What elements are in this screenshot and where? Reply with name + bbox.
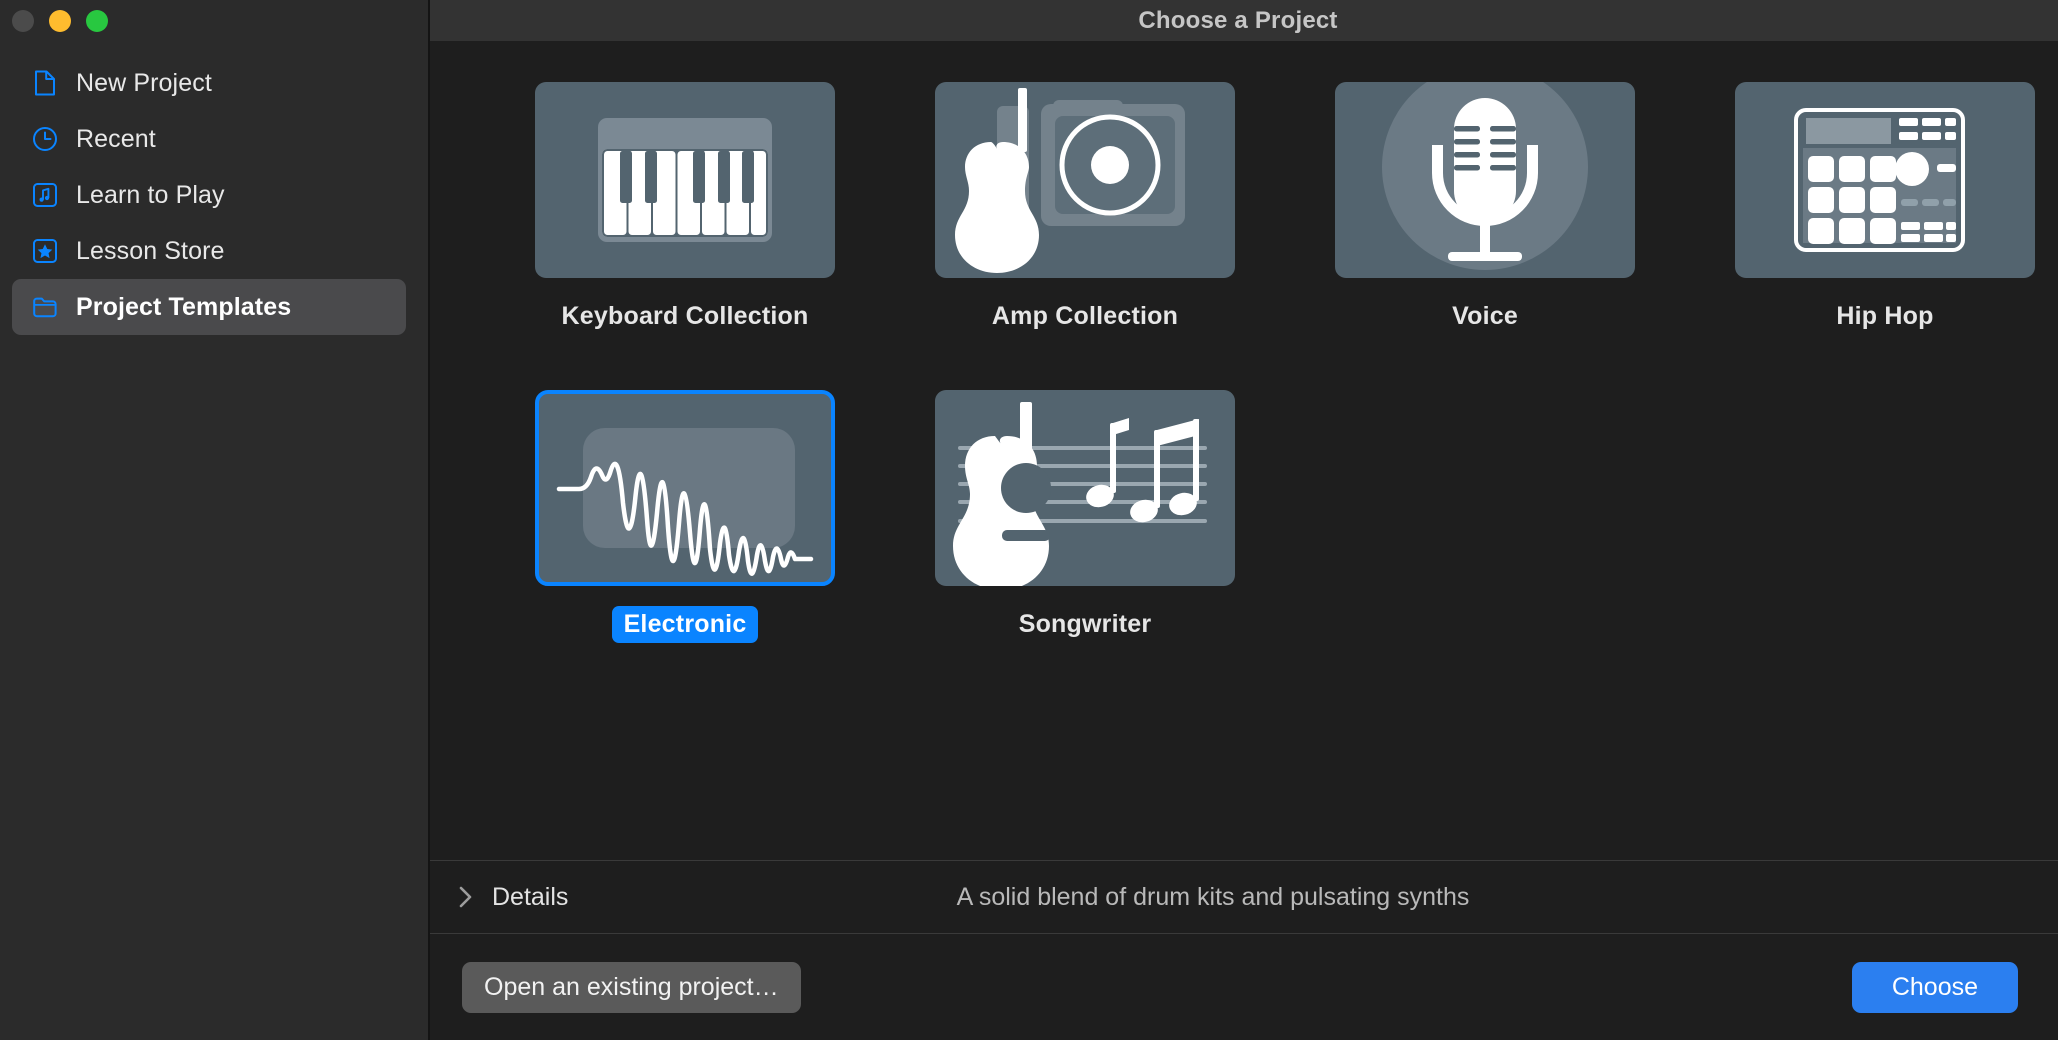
template-tile-keyboard-collection[interactable]: Keyboard Collection [535,82,835,335]
template-tile-label: Hip Hop [1824,298,1945,335]
template-grid: Keyboard Collection [430,82,2058,643]
choose-button[interactable]: Choose [1852,962,2018,1013]
template-tile-label: Amp Collection [980,298,1190,335]
electric-guitar-amp-icon [935,82,1235,278]
drum-machine-icon [1735,82,2035,278]
sidebar-item-recent[interactable]: Recent [12,111,406,167]
sidebar: New Project Recent [0,0,430,1040]
sidebar-item-new-project[interactable]: New Project [12,55,406,111]
sidebar-item-label: Learn to Play [76,181,225,210]
sidebar-item-project-templates[interactable]: Project Templates [12,279,406,335]
folder-icon [32,294,58,320]
sidebar-item-lesson-store[interactable]: Lesson Store [12,223,406,279]
template-tile-voice[interactable]: Voice [1335,82,1635,335]
piano-keyboard-icon [535,82,835,278]
template-tile-label: Voice [1440,298,1530,335]
sidebar-item-label: Project Templates [76,293,291,322]
sidebar-item-label: Lesson Store [76,237,225,266]
title-bar: Choose a Project [430,0,2058,41]
acoustic-guitar-notes-icon [935,390,1235,586]
footer-bar: Open an existing project… Choose [430,934,2058,1040]
document-icon [32,70,58,96]
window-controls [12,10,108,32]
choose-project-window: New Project Recent [0,0,2058,1040]
maximize-button[interactable] [86,10,108,32]
template-tile-electronic[interactable]: Electronic [535,390,835,643]
clock-icon [32,126,58,152]
template-tile-label: Songwriter [1007,606,1164,643]
star-square-icon [32,238,58,264]
close-button[interactable] [12,10,34,32]
open-existing-project-button[interactable]: Open an existing project… [462,962,801,1013]
details-label: Details [492,883,568,912]
waveform-icon [535,390,835,586]
template-tile-label: Keyboard Collection [550,298,821,335]
window-title: Choose a Project [1138,7,1337,35]
chevron-right-icon[interactable] [455,886,477,908]
template-tile-hip-hop[interactable]: Hip Hop [1735,82,2035,335]
main-panel: Choose a Project [430,0,2058,1040]
sidebar-list: New Project Recent [0,55,428,335]
template-tile-label: Electronic [612,606,759,643]
template-grid-area: Keyboard Collection [430,41,2058,860]
template-tile-songwriter[interactable]: Songwriter [935,390,1235,643]
minimize-button[interactable] [49,10,71,32]
sidebar-item-learn-to-play[interactable]: Learn to Play [12,167,406,223]
details-description: A solid blend of drum kits and pulsating… [430,883,2058,912]
music-note-square-icon [32,182,58,208]
details-row[interactable]: Details A solid blend of drum kits and p… [430,860,2058,934]
microphone-icon [1335,82,1635,278]
template-tile-amp-collection[interactable]: Amp Collection [935,82,1235,335]
sidebar-item-label: Recent [76,125,156,154]
sidebar-item-label: New Project [76,69,212,98]
